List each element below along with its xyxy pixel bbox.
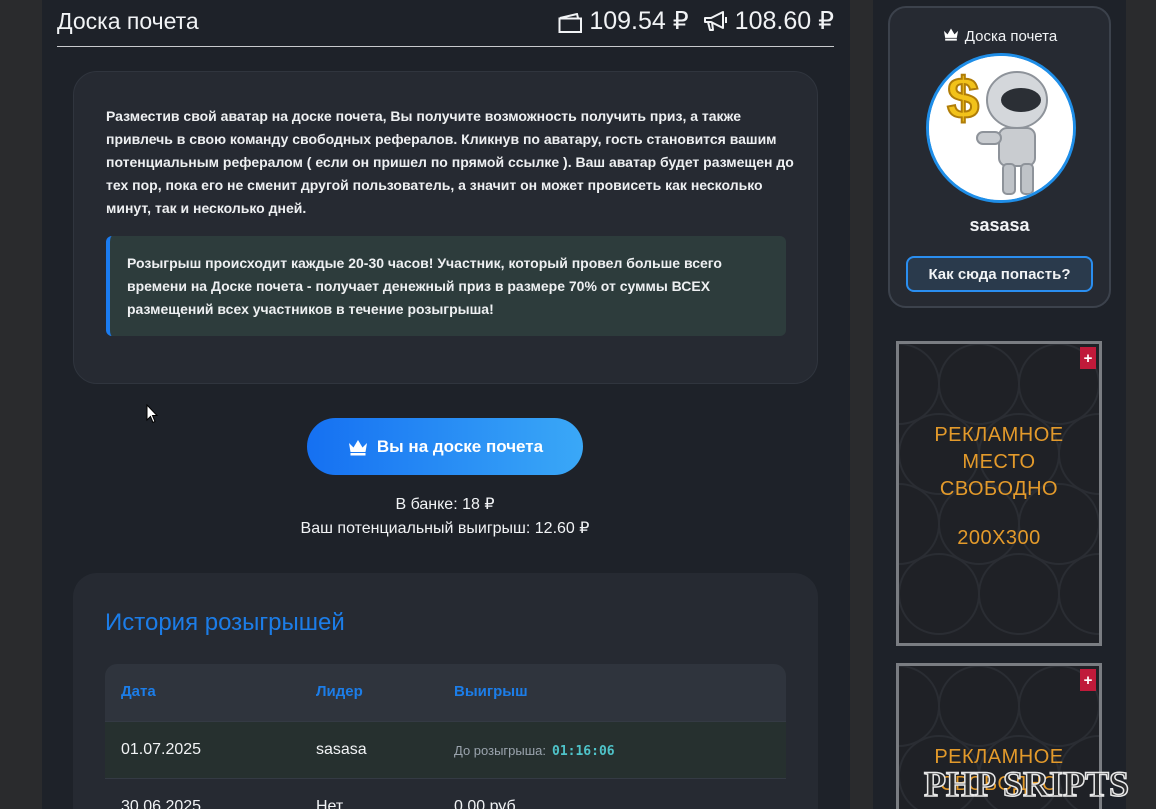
countdown-label: До розыгрыша: [454, 743, 546, 758]
row-date: 01.07.2025 [121, 741, 202, 758]
how-to-get-here-button[interactable]: Как сюда попасть? [906, 256, 1093, 292]
leader-card-title: Доска почета [890, 27, 1109, 45]
history-card: История розыгрышей Дата Лидер Выигрыш 01… [73, 573, 818, 809]
row-leader: sasasa [316, 741, 367, 758]
leader-card-title-text: Доска почета [964, 27, 1058, 45]
crown-icon [942, 27, 960, 45]
on-board-button[interactable]: Вы на доске почета [307, 418, 583, 475]
ad-text-line: МЕСТО [962, 451, 1036, 473]
on-board-button-label: Вы на доске почета [376, 436, 544, 456]
potential-win: Ваш потенциальный выигрыш: 12.60 ₽ [300, 520, 590, 537]
ads-balance: 108.60 ₽ [734, 7, 834, 35]
watermark: PHP SRIPTS [923, 763, 1130, 805]
ad-size: 200X300 [957, 527, 1041, 549]
column-header-leader: Лидер [316, 683, 363, 700]
info-description: Разместив свой аватар на доске почета, В… [106, 108, 794, 216]
column-header-date: Дата [121, 683, 156, 700]
leader-avatar[interactable]: $ [926, 53, 1076, 203]
row-countdown: До розыгрыша: 01:16:06 [454, 742, 615, 760]
ad-plus-icon[interactable]: + [1080, 669, 1096, 691]
countdown-timer: 01:16:06 [552, 744, 615, 759]
history-table: Дата Лидер Выигрыш 01.07.2025 sasasa До … [105, 664, 786, 809]
wallet-balance: 109.54 ₽ [589, 7, 689, 35]
leader-card: Доска почета $ sasasa Как сюда попасть? [888, 6, 1111, 308]
crown-icon [347, 438, 369, 456]
history-title: История розыгрышей [105, 609, 345, 636]
ad-banner[interactable]: + РЕКЛАМНОЕ МЕСТО СВОБОДНО 200X300 [896, 341, 1102, 646]
table-row: 30.06.2025 Нет 0.00 руб [105, 778, 786, 809]
row-date: 30.06.2025 [121, 798, 202, 809]
row-prize: 0.00 руб [454, 798, 516, 809]
bank-amount: В банке: 18 ₽ [395, 496, 495, 513]
svg-text:$: $ [947, 66, 979, 131]
table-row: 01.07.2025 sasasa До розыгрыша: 01:16:06 [105, 721, 786, 778]
page-title: Доска почета [57, 8, 199, 34]
megaphone-icon [703, 10, 729, 32]
balances: 109.54 ₽ 108.60 ₽ [558, 6, 834, 36]
info-card: Разместив свой аватар на доске почета, В… [73, 71, 818, 384]
column-header-prize: Выигрыш [454, 683, 528, 700]
wallet-icon [558, 11, 583, 33]
row-leader: Нет [316, 798, 344, 809]
draw-notice: Розыгрыш происходит каждые 20-30 часов! … [106, 236, 786, 336]
ad-plus-icon[interactable]: + [1080, 347, 1096, 369]
mouse-cursor-icon [146, 404, 158, 424]
leader-name: sasasa [969, 215, 1030, 235]
ad-text-line: РЕКЛАМНОЕ [934, 424, 1064, 446]
ad-text-line: СВОБОДНО [939, 478, 1059, 500]
table-header: Дата Лидер Выигрыш [105, 664, 786, 721]
page-header: Доска почета 109.54 ₽ 108.60 ₽ [57, 0, 834, 47]
